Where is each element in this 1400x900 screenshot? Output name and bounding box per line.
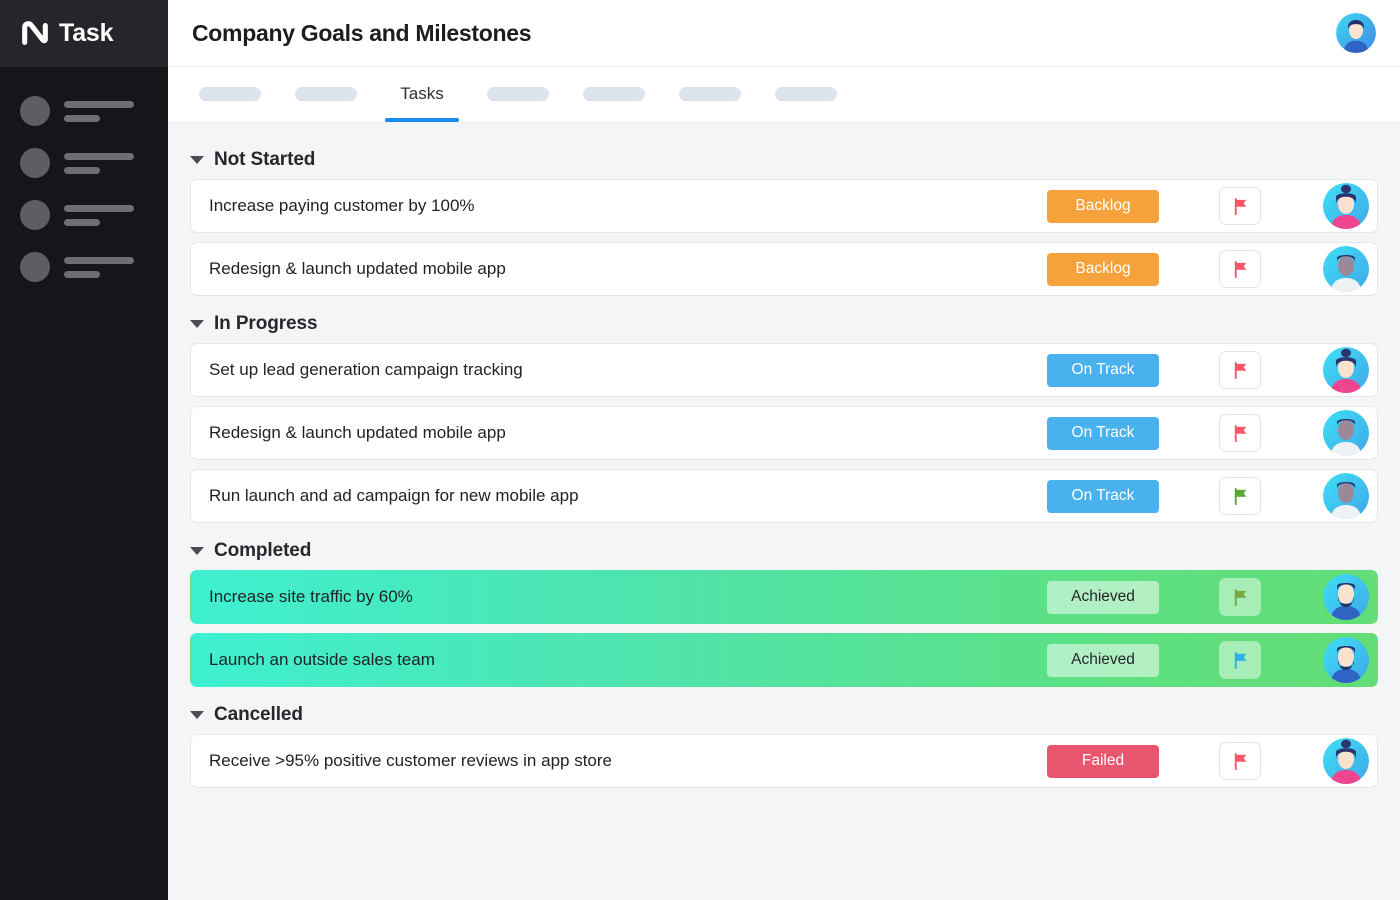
app-window: Task [0,0,1400,900]
avatar-placeholder-icon [20,252,50,282]
table-row[interactable]: Launch an outside sales team Achieved [190,633,1378,687]
section-header-cancelled[interactable]: Cancelled [190,696,1378,734]
chevron-down-icon[interactable] [190,547,204,555]
user-avatar-female-icon[interactable] [1323,183,1369,229]
task-title: Increase paying customer by 100% [209,196,1047,216]
flag-icon [1231,487,1250,506]
flag-icon [1231,260,1250,279]
flag-icon [1231,651,1250,670]
flag-button[interactable] [1219,414,1261,452]
status-badge[interactable]: On Track [1047,417,1159,450]
sidebar-item-2[interactable] [0,137,168,189]
task-title: Increase site traffic by 60% [209,587,1047,607]
user-avatar-female-icon[interactable] [1323,738,1369,784]
section-header-completed[interactable]: Completed [190,532,1378,570]
brand-logo[interactable]: Task [0,0,168,67]
avatar-placeholder-icon [20,148,50,178]
brand-name: Task [59,19,113,48]
sidebar-item-4-placeholder-text [64,257,134,278]
status-badge[interactable]: Achieved [1047,581,1159,614]
tab-7-placeholder [775,87,837,101]
sidebar: Task [0,0,168,900]
user-avatar-female-icon[interactable] [1323,347,1369,393]
user-avatar-bearded-icon[interactable] [1323,574,1369,620]
table-row[interactable]: Redesign & launch updated mobile app Bac… [190,242,1378,296]
status-badge[interactable]: Backlog [1047,253,1159,286]
user-avatar-male-icon[interactable] [1323,410,1369,456]
table-row[interactable]: Increase paying customer by 100% Backlog [190,179,1378,233]
task-title: Receive >95% positive customer reviews i… [209,751,1047,771]
status-badge[interactable]: Backlog [1047,190,1159,223]
section-title-in-progress: In Progress [214,313,317,335]
table-row[interactable]: Receive >95% positive customer reviews i… [190,734,1378,788]
sidebar-item-1[interactable] [0,85,168,137]
section-header-in-progress[interactable]: In Progress [190,305,1378,343]
flag-button[interactable] [1219,641,1261,679]
flag-button[interactable] [1219,578,1261,616]
avatar-placeholder-icon [20,200,50,230]
flag-icon [1231,752,1250,771]
flag-icon [1231,197,1250,216]
flag-button[interactable] [1219,351,1261,389]
tab-tasks[interactable]: Tasks [374,66,470,122]
task-title: Set up lead generation campaign tracking [209,360,1047,380]
avatar-placeholder-icon [20,96,50,126]
tab-1-placeholder [199,87,261,101]
task-title: Run launch and ad campaign for new mobil… [209,486,1047,506]
status-badge[interactable]: On Track [1047,480,1159,513]
status-badge[interactable]: Failed [1047,745,1159,778]
table-row[interactable]: Increase site traffic by 60% Achieved [190,570,1378,624]
tab-2[interactable] [278,66,374,122]
tab-2-placeholder [295,87,357,101]
tab-6[interactable] [662,66,758,122]
user-avatar-male-icon[interactable] [1336,13,1376,53]
flag-button[interactable] [1219,250,1261,288]
tab-4[interactable] [470,66,566,122]
sidebar-item-3-placeholder-text [64,205,134,226]
table-row[interactable]: Redesign & launch updated mobile app On … [190,406,1378,460]
sidebar-item-2-placeholder-text [64,153,134,174]
flag-icon [1231,361,1250,380]
tab-6-placeholder [679,87,741,101]
section-header-not-started[interactable]: Not Started [190,141,1378,179]
status-badge[interactable]: Achieved [1047,644,1159,677]
table-row[interactable]: Run launch and ad campaign for new mobil… [190,469,1378,523]
user-avatar-male-icon[interactable] [1323,473,1369,519]
tab-bar: Tasks [168,67,1400,123]
chevron-down-icon[interactable] [190,156,204,164]
tab-4-placeholder [487,87,549,101]
tab-5-placeholder [583,87,645,101]
flag-button[interactable] [1219,477,1261,515]
sidebar-item-3[interactable] [0,189,168,241]
flag-icon [1231,424,1250,443]
sidebar-item-1-placeholder-text [64,101,134,122]
task-title: Redesign & launch updated mobile app [209,259,1047,279]
flag-button[interactable] [1219,187,1261,225]
status-badge[interactable]: On Track [1047,354,1159,387]
task-title: Launch an outside sales team [209,650,1047,670]
tab-1[interactable] [182,66,278,122]
page-title: Company Goals and Milestones [192,20,531,47]
user-avatar-bearded-icon[interactable] [1323,637,1369,683]
ntask-logo-icon [20,19,50,49]
chevron-down-icon[interactable] [190,711,204,719]
section-title-completed: Completed [214,540,311,562]
top-bar: Company Goals and Milestones [168,0,1400,67]
tab-5[interactable] [566,66,662,122]
flag-icon [1231,588,1250,607]
task-title: Redesign & launch updated mobile app [209,423,1047,443]
tab-tasks-label: Tasks [400,84,443,104]
sidebar-nav [0,67,168,293]
task-list: Not Started Increase paying customer by … [168,123,1400,900]
tab-7[interactable] [758,66,854,122]
user-avatar-male-icon[interactable] [1323,246,1369,292]
chevron-down-icon[interactable] [190,320,204,328]
flag-button[interactable] [1219,742,1261,780]
sidebar-item-4[interactable] [0,241,168,293]
section-title-cancelled: Cancelled [214,704,303,726]
main-area: Company Goals and Milestones [168,0,1400,900]
table-row[interactable]: Set up lead generation campaign tracking… [190,343,1378,397]
section-title-not-started: Not Started [214,149,315,171]
